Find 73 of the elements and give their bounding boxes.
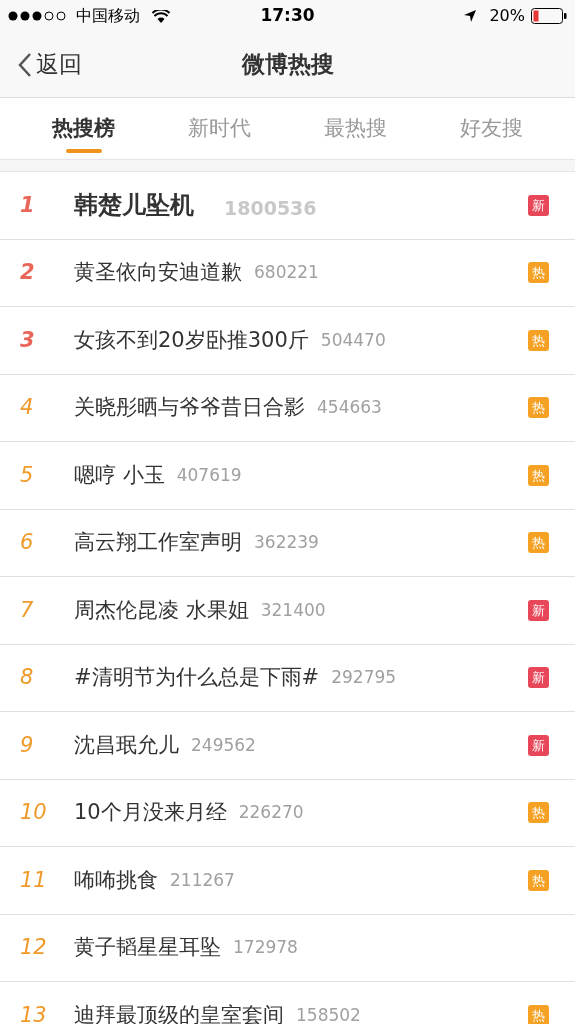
search-count: 407619 [176,463,242,487]
battery-icon [531,8,567,24]
search-count: 249562 [191,733,256,757]
topic-title: 黄圣依向安迪道歉 [74,259,242,286]
hot-search-row[interactable]: 4 关晓彤晒与爷爷昔日合影 454663 热 [0,374,575,442]
topic-title: 咘咘挑食 [74,866,158,894]
search-count: 454663 [317,396,382,419]
tag-badge: 热 [528,397,549,419]
topic-title: 10个月没来月经 [74,799,227,826]
topic-title: 高云翔工作室声明 [74,529,242,556]
topic-title: 关晓彤晒与爷爷昔日合影 [74,394,305,421]
tag-badge: 热 [528,869,549,891]
hot-search-row[interactable]: 9 沈昌珉允儿 249562 新 [0,712,575,780]
tag-badge: 新 [528,194,549,216]
topic-title: 黄子韬星星耳坠 [74,934,221,961]
rank-number: 8 [20,664,35,691]
wifi-icon [152,9,170,23]
hot-search-row[interactable]: 2 黄圣依向安迪道歉 680221 热 [0,239,575,307]
search-count: 158502 [296,1003,361,1024]
rank-number: 2 [20,259,36,286]
tag-badge: 热 [528,329,549,351]
rank-number: 3 [20,326,36,354]
hot-search-row[interactable]: 13 迪拜最顶级的皇室套间 158502 热 [0,982,575,1024]
clock: 17:30 [260,4,315,28]
hot-search-row[interactable]: 7 周杰伦昆凌 水果姐 321400 新 [0,577,575,645]
battery-percent: 20% [489,5,525,27]
search-count: 680221 [254,261,319,284]
rank-number: 5 [20,461,35,489]
rank-number: 7 [20,596,35,624]
location-arrow-icon [463,9,478,23]
hot-search-row[interactable]: 6 高云翔工作室声明 362239 热 [0,509,575,577]
rank-number: 6 [20,529,35,556]
search-count: 226270 [238,801,304,824]
search-count: 504470 [320,328,386,352]
topic-title: 女孩不到20岁卧推300斤 [74,326,309,354]
topic-title: 周杰伦昆凌 水果姐 [74,596,249,624]
back-button[interactable]: 返回 [0,47,82,82]
rank-number: 11 [20,866,48,894]
tab-indicator [65,149,102,153]
tag-badge: 热 [528,802,549,824]
search-count: 172978 [233,936,298,959]
rank-number: 12 [20,934,48,961]
topic-title: 嗯哼 小玉 [74,461,165,489]
back-chevron-icon [18,51,32,78]
carrier: 中国移动 [76,5,140,27]
search-count: 321400 [260,598,326,622]
topic-title: 沈昌珉允儿 [74,731,179,759]
tab[interactable]: 热搜榜 [16,98,152,159]
hot-search-row[interactable]: 8 #清明节为什么总是下雨# 292795 新 [0,644,575,712]
search-count: 292795 [331,666,397,689]
tag-badge: 热 [528,262,549,284]
page-title: 微博热搜 [241,50,334,80]
search-count: 362239 [254,531,319,554]
hot-search-row[interactable]: 11 咘咘挑食 211267 热 [0,847,575,915]
tag-badge: 热 [528,1004,549,1024]
topic-title: 韩楚儿坠机 [74,190,194,222]
tag-badge: 热 [528,464,549,486]
tag-badge: 新 [528,734,549,756]
hot-search-row[interactable]: 12 黄子韬星星耳坠 172978 [0,914,575,982]
rank-number: 13 [20,1001,48,1024]
rank-number: 1 [20,191,36,219]
tag-badge: 新 [528,667,549,689]
tag-badge: 热 [528,532,549,554]
topic-title: #清明节为什么总是下雨# [74,664,320,691]
topic-title: 迪拜最顶级的皇室套间 [74,1001,284,1024]
tag-badge: 新 [528,599,549,621]
hot-search-row[interactable]: 3 女孩不到20岁卧推300斤 504470 热 [0,307,575,375]
rank-number: 4 [20,394,35,421]
search-count: 211267 [170,868,235,892]
hot-search-row[interactable]: 5 嗯哼 小玉 407619 热 [0,442,575,510]
rank-number: 10 [20,799,48,826]
rank-number: 9 [20,731,35,759]
hot-search-row[interactable]: 10 10个月没来月经 226270 热 [0,779,575,847]
